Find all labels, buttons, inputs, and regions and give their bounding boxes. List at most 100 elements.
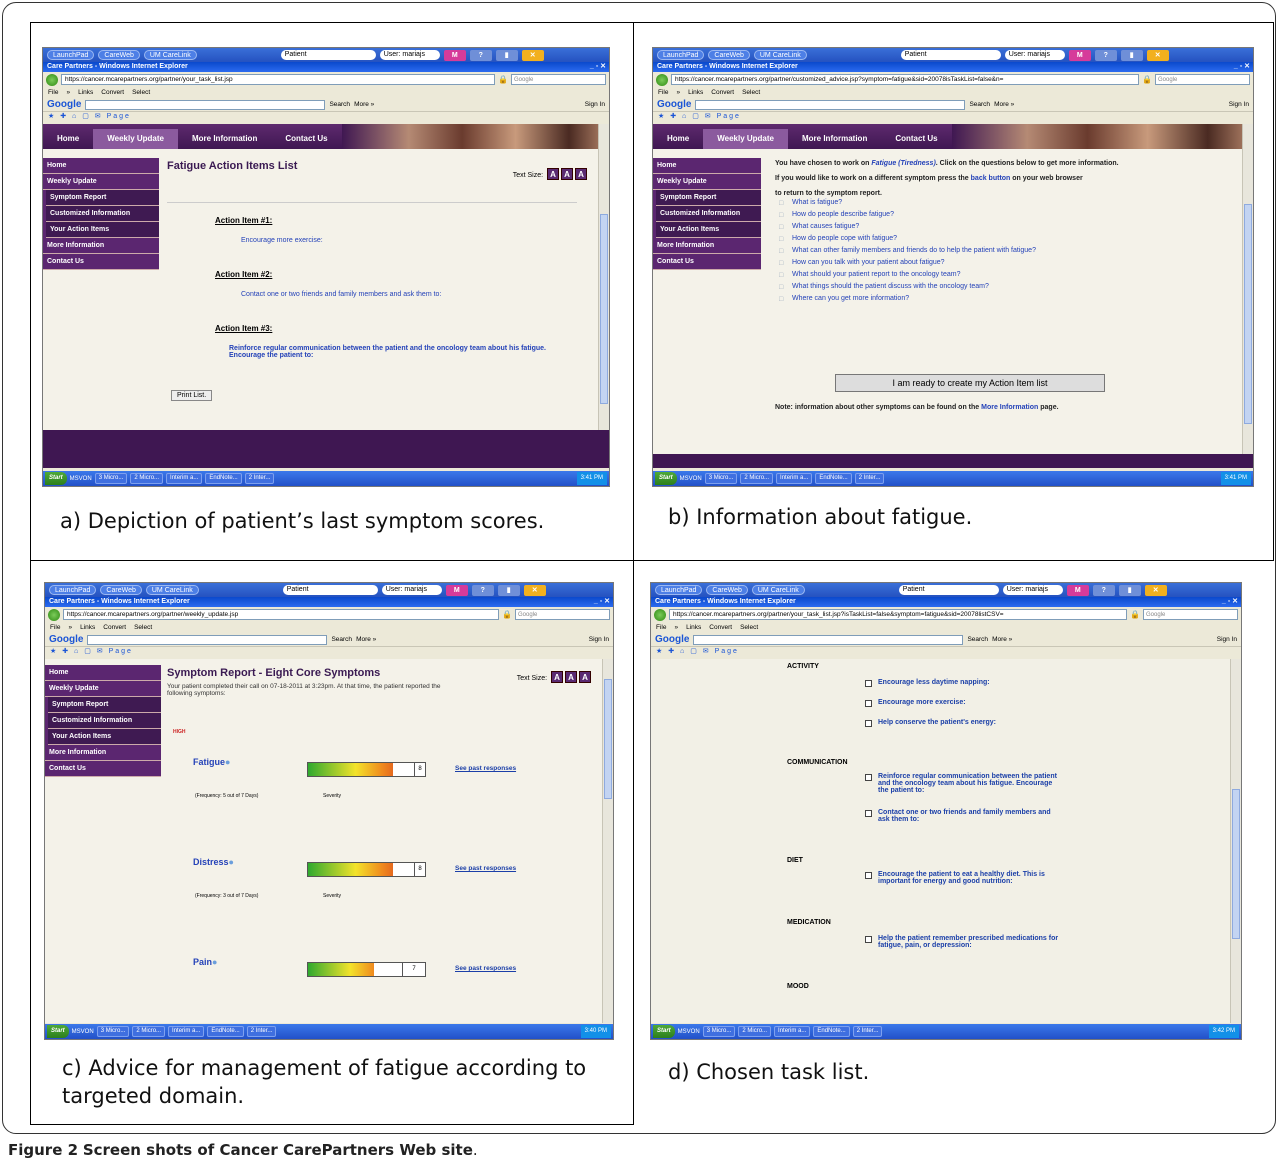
- menu-select[interactable]: Select: [132, 89, 150, 96]
- page-menu[interactable]: Page: [715, 648, 739, 655]
- sign-in-link[interactable]: Sign In: [1229, 101, 1249, 108]
- symptom-link[interactable]: Fatigue (Tiredness): [871, 160, 935, 167]
- careweb-button[interactable]: CareWeb: [706, 585, 748, 595]
- start-button[interactable]: Start: [655, 472, 677, 485]
- google-more-button[interactable]: More »: [994, 101, 1014, 108]
- google-more-button[interactable]: More »: [354, 101, 374, 108]
- question-link[interactable]: What causes fatigue?: [792, 223, 859, 230]
- taskbar-item-interim[interactable]: Interim a...: [166, 473, 203, 484]
- nav-contact-us[interactable]: Contact Us: [271, 129, 341, 149]
- lock-icon[interactable]: ▮: [1118, 584, 1141, 596]
- m-icon[interactable]: M: [443, 49, 466, 61]
- task-checkbox[interactable]: [865, 720, 872, 727]
- scrollbar[interactable]: [1230, 659, 1241, 1023]
- ready-button[interactable]: I am ready to create my Action Item list: [835, 374, 1105, 392]
- google-search-button[interactable]: Search: [329, 101, 350, 108]
- task-checkbox[interactable]: [865, 810, 872, 817]
- careweb-button[interactable]: CareWeb: [100, 585, 142, 595]
- question-item[interactable]: □ What is fatigue?: [779, 199, 1235, 211]
- question-item[interactable]: □ How do people describe fatigue?: [779, 211, 1235, 223]
- lock-icon[interactable]: ▮: [497, 584, 520, 596]
- menu-links[interactable]: Links: [78, 89, 93, 96]
- taskbar-item-inter[interactable]: 2 Inter...: [244, 473, 275, 484]
- taskbar-item-endnote[interactable]: EndNote...: [813, 1026, 850, 1037]
- search-input[interactable]: Google: [1155, 74, 1250, 85]
- sidebar-item-contact-us[interactable]: Contact Us: [43, 254, 159, 270]
- nav-more-information[interactable]: More Information: [178, 129, 271, 149]
- menu-more[interactable]: »: [676, 89, 680, 96]
- back-icon[interactable]: [654, 608, 666, 621]
- nav-contact-us[interactable]: Contact Us: [881, 129, 951, 149]
- question-item[interactable]: □ What causes fatigue?: [779, 223, 1235, 235]
- question-link[interactable]: What things should the patient discuss w…: [792, 283, 989, 290]
- task-item[interactable]: Help conserve the patient's energy:: [865, 719, 996, 727]
- sidebar-item-more-information[interactable]: More Information: [43, 238, 159, 254]
- info-icon[interactable]: ●: [225, 757, 230, 767]
- back-icon[interactable]: [656, 73, 668, 86]
- sign-in-link[interactable]: Sign In: [1217, 636, 1237, 643]
- question-item[interactable]: □ What should your patient report to the …: [779, 271, 1235, 283]
- task-item[interactable]: Reinforce regular communication between …: [865, 773, 1060, 794]
- sidebar-item-your-action-items[interactable]: Your Action Items: [656, 222, 761, 238]
- text-size-small-button[interactable]: A: [547, 168, 559, 180]
- menu-links[interactable]: Links: [80, 624, 95, 631]
- question-item[interactable]: □ What can other family members and frien…: [779, 247, 1235, 259]
- question-link[interactable]: How can you talk with your patient about…: [792, 259, 945, 266]
- taskbar-item-micro[interactable]: 3 Micro...: [96, 1026, 130, 1037]
- nav-home[interactable]: Home: [653, 129, 703, 149]
- taskbar-item-endnote[interactable]: EndNote...: [815, 473, 852, 484]
- window-controls-icon[interactable]: _ ▫ ✕: [594, 597, 610, 607]
- patient-field[interactable]: Patient: [898, 585, 999, 595]
- google-search-input[interactable]: [87, 634, 328, 645]
- info-icon[interactable]: ●: [229, 857, 234, 867]
- sign-in-link[interactable]: Sign In: [585, 101, 605, 108]
- menu-links[interactable]: Links: [688, 89, 703, 96]
- window-controls-icon[interactable]: _ ▫ ✕: [590, 62, 606, 72]
- taskbar-item-endnote[interactable]: EndNote...: [207, 1026, 244, 1037]
- google-search-input[interactable]: [85, 99, 326, 110]
- google-search-input[interactable]: [693, 634, 964, 645]
- taskbar-item-micro[interactable]: 3 Micro...: [702, 1026, 736, 1037]
- menu-more[interactable]: »: [68, 624, 72, 631]
- sidebar-item-more-information[interactable]: More Information: [653, 238, 761, 254]
- sidebar-item-contact-us[interactable]: Contact Us: [45, 761, 161, 777]
- task-item[interactable]: Help the patient remember prescribed med…: [865, 935, 1065, 949]
- page-menu[interactable]: Page: [109, 648, 133, 655]
- menu-file[interactable]: File: [48, 89, 58, 96]
- sidebar-item-customized-information[interactable]: Customized Information: [48, 713, 161, 729]
- menu-more[interactable]: »: [674, 624, 678, 631]
- more-information-link[interactable]: More Information: [981, 404, 1038, 411]
- text-size-large-button[interactable]: A: [579, 671, 591, 683]
- question-item[interactable]: □ How do people cope with fatigue?: [779, 235, 1235, 247]
- search-input[interactable]: Google: [515, 609, 610, 620]
- sidebar-item-more-information[interactable]: More Information: [45, 745, 161, 761]
- sidebar-item-home[interactable]: Home: [45, 665, 161, 681]
- taskbar-item-interim[interactable]: Interim a...: [168, 1026, 205, 1037]
- scrollbar[interactable]: [1242, 124, 1253, 454]
- text-size-small-button[interactable]: A: [551, 671, 563, 683]
- text-size-medium-button[interactable]: A: [565, 671, 577, 683]
- sidebar-item-your-action-items[interactable]: Your Action Items: [46, 222, 159, 238]
- toolbar-icons[interactable]: ★ ✚ ⌂ ▢ ✉: [48, 113, 107, 120]
- url-field[interactable]: https://cancer.mcarepartners.org/partner…: [63, 609, 500, 620]
- task-checkbox[interactable]: [865, 774, 872, 781]
- umcarelink-button[interactable]: UM CareLink: [143, 50, 197, 60]
- menu-select[interactable]: Select: [134, 624, 152, 631]
- start-button[interactable]: Start: [47, 1025, 69, 1038]
- sidebar-item-symptom-report[interactable]: Symptom Report: [48, 697, 161, 713]
- sidebar-item-home[interactable]: Home: [43, 158, 159, 174]
- menu-convert[interactable]: Convert: [709, 624, 732, 631]
- task-checkbox[interactable]: [865, 872, 872, 879]
- taskbar-item-micro-2[interactable]: 2 Micro...: [740, 473, 774, 484]
- taskbar-item-micro[interactable]: 3 Micro...: [704, 473, 738, 484]
- sidebar-item-customized-information[interactable]: Customized Information: [46, 206, 159, 222]
- toolbar-icons[interactable]: ★ ✚ ⌂ ▢ ✉: [658, 113, 717, 120]
- nav-weekly-update[interactable]: Weekly Update: [93, 129, 178, 149]
- taskbar-item-inter[interactable]: 2 Inter...: [852, 1026, 883, 1037]
- sidebar-item-weekly-update[interactable]: Weekly Update: [45, 681, 161, 697]
- sidebar-item-symptom-report[interactable]: Symptom Report: [46, 190, 159, 206]
- google-more-button[interactable]: More »: [992, 636, 1012, 643]
- sidebar-item-weekly-update[interactable]: Weekly Update: [43, 174, 159, 190]
- scrollbar[interactable]: [602, 659, 613, 1023]
- question-link[interactable]: What is fatigue?: [792, 199, 842, 206]
